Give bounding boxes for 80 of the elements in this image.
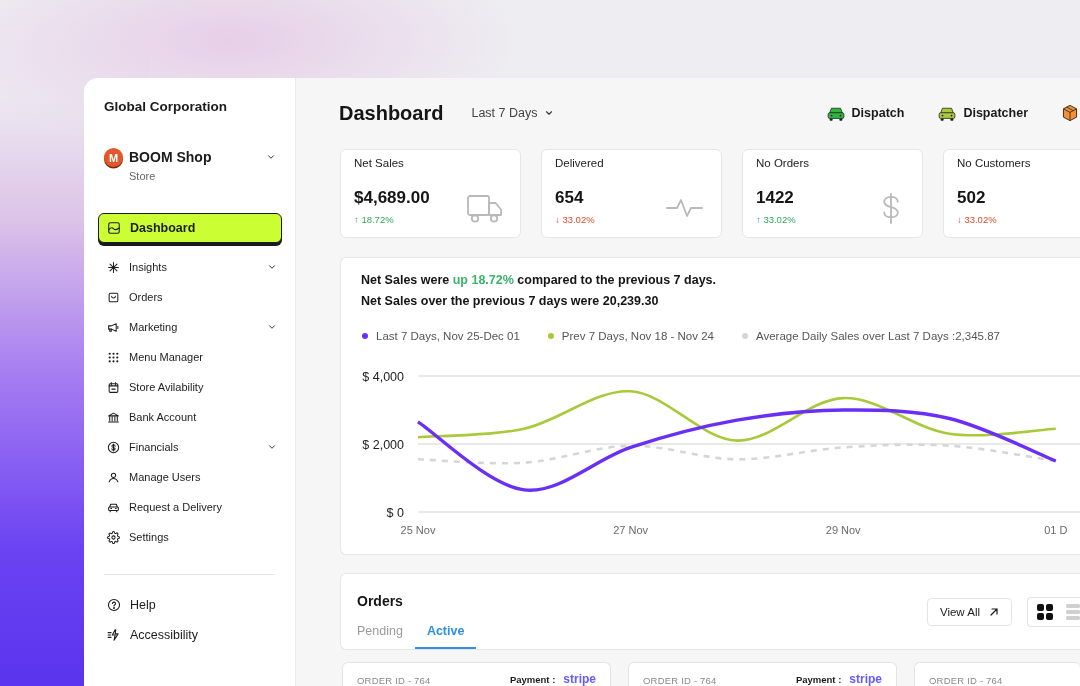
chevron-down-icon[interactable]	[267, 442, 277, 452]
order-card[interactable]: ORDER ID - 764	[914, 662, 1080, 686]
y-axis-label: $ 0	[386, 505, 404, 520]
grid-view-icon[interactable]	[1037, 604, 1053, 620]
store-name: BOOM Shop	[129, 148, 212, 167]
change-percent: ↓ 33.02%	[957, 214, 997, 226]
nav-item[interactable]: Dashboard	[98, 213, 282, 243]
calendar-icon	[107, 380, 120, 394]
stat-title: Net Sales	[354, 156, 405, 170]
stat-value: $4,689.00	[354, 188, 430, 208]
nav-item[interactable]: Menu Manager	[98, 342, 282, 372]
chart-square-icon	[107, 221, 121, 235]
stat-value: 502	[957, 188, 986, 208]
user-icon	[107, 470, 120, 484]
date-range-dropdown[interactable]: Last 7 Days	[471, 106, 555, 120]
nav-item[interactable]: Request a Delivery	[98, 492, 282, 522]
stat-value: 1422	[756, 188, 794, 208]
view-all-button[interactable]: View All	[926, 598, 1012, 626]
order-card[interactable]: ORDER ID - 764 Payment : stripe	[628, 662, 897, 686]
pulse-icon	[666, 198, 703, 218]
change-percent: ↑ 18.72%	[354, 214, 394, 226]
chevron-down-icon[interactable]	[266, 152, 276, 162]
organization-name: Global Corporation	[104, 98, 228, 116]
bag-icon	[107, 290, 120, 304]
nav-item[interactable]: Financials	[98, 432, 282, 462]
payment-label: Payment :	[509, 674, 556, 685]
legend-label: Prev 7 Days, Nov 18 - Nov 24	[561, 330, 714, 342]
sales-summary: Net Sales over the previous 7 days were 20,239.30	[361, 293, 659, 310]
nav-item[interactable]: Marketing	[98, 312, 282, 342]
stat-value: 654	[555, 188, 584, 208]
x-axis-label: 27 Nov	[613, 524, 649, 536]
store-type: Store	[129, 169, 157, 183]
x-axis-label: 25 Nov	[400, 524, 436, 536]
y-axis-label: $ 4,000	[362, 369, 404, 384]
nav-item[interactable]: Settings	[98, 522, 282, 552]
nav-item[interactable]: Accessibility	[98, 620, 282, 650]
order-id: ORDER ID - 764	[929, 675, 1003, 686]
nav-item[interactable]: Bank Account	[98, 402, 282, 432]
chevron-down-icon[interactable]	[267, 262, 277, 272]
order-card[interactable]: ORDER ID - 764 Payment : stripe	[342, 662, 611, 686]
page-title: Dashboard	[339, 101, 444, 126]
nav-item[interactable]: Manage Users	[98, 462, 282, 492]
stat-title: No Customers	[957, 156, 1032, 170]
chevron-down-icon	[544, 108, 555, 118]
change-percent: ↓ 33.02%	[555, 214, 595, 226]
bank-icon	[107, 410, 120, 424]
asterisk-icon	[107, 260, 120, 274]
dollar-icon	[880, 192, 902, 224]
help-icon	[107, 598, 121, 612]
quick-action-button[interactable]: Dispatcher	[938, 105, 1028, 121]
payment-method: stripe	[563, 673, 596, 686]
truck-icon	[467, 193, 502, 223]
nav-item[interactable]: Help	[98, 590, 282, 620]
store-avatar: M	[104, 148, 123, 167]
nav-item[interactable]: Orders	[98, 282, 282, 312]
payment-label: Payment :	[795, 674, 842, 685]
section-title: Orders	[357, 592, 404, 610]
arrow-up-right-icon	[988, 606, 1000, 618]
stat-title: No Orders	[756, 156, 811, 170]
quick-action-button[interactable]: Dispatch	[826, 105, 905, 121]
order-id: ORDER ID - 764	[357, 675, 431, 686]
payment-method: stripe	[849, 673, 882, 686]
nav-item[interactable]: Insights	[98, 252, 282, 282]
chevron-down-icon[interactable]	[267, 322, 277, 332]
order-id: ORDER ID - 764	[643, 675, 717, 686]
legend-label: Last 7 Days, Nov 25-Dec 01	[376, 330, 520, 342]
settings-icon	[107, 530, 120, 544]
y-axis-label: $ 2,000	[362, 437, 404, 452]
stat-title: Delivered	[555, 156, 605, 170]
dollar-circle-icon	[107, 440, 120, 454]
x-axis-label: 29 Nov	[825, 524, 861, 536]
legend-label: Average Daily Sales over Last 7 Days :2,345.87	[755, 330, 1000, 342]
nav-item[interactable]: Store Avilability	[98, 372, 282, 402]
dots-grid-icon	[107, 350, 120, 364]
x-axis-label: 01 D	[1044, 524, 1068, 536]
megaphone-icon	[107, 320, 120, 334]
sales-summary: Net Sales were up 18.72% compared to the previous 7 days.	[361, 272, 716, 289]
lightning-icon	[107, 628, 121, 642]
change-percent: ↑ 33.02%	[756, 214, 796, 226]
box-icon[interactable]	[1062, 104, 1078, 122]
